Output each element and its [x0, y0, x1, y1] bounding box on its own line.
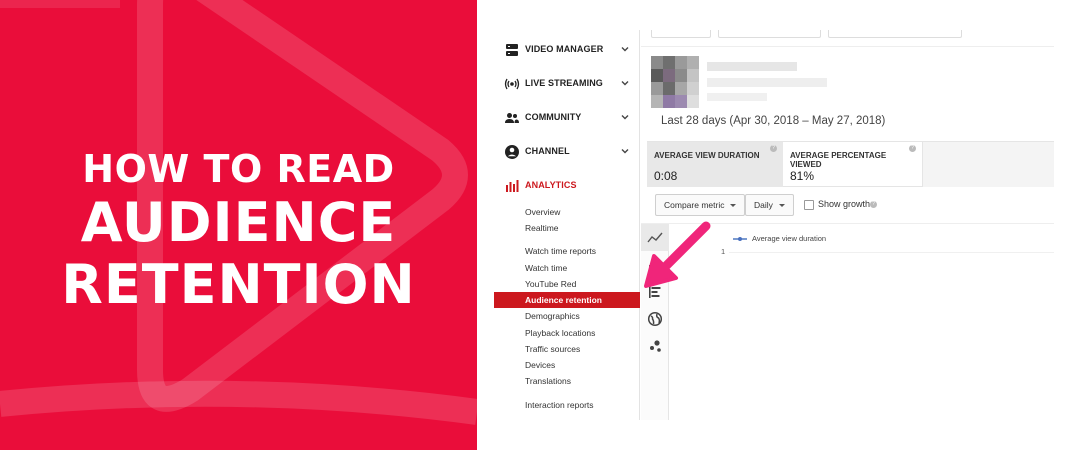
community-icon [505, 113, 519, 123]
compare-metric-dropdown[interactable]: Compare metric [655, 194, 746, 216]
sidebar-sub-overview[interactable]: Overview [525, 207, 560, 217]
top-tab-button[interactable] [651, 30, 711, 38]
metric-average-view-duration[interactable]: AVERAGE VIEW DURATION 0:08 ? [647, 142, 783, 187]
chevron-down-icon[interactable] [620, 146, 630, 156]
sidebar-item-community[interactable]: COMMUNITY [494, 107, 640, 129]
sidebar-item-label: VIDEO MANAGER [525, 44, 604, 54]
top-tab-button[interactable] [828, 30, 962, 38]
chart-y-tick: 1 [721, 247, 726, 256]
sidebar-sub-playback-locations[interactable]: Playback locations [525, 328, 595, 338]
tab-map[interactable] [641, 305, 669, 332]
dropdown-label: Compare metric [664, 200, 725, 210]
sidebar-item-label: CHANNEL [525, 146, 570, 156]
caret-down-icon [730, 203, 737, 207]
show-growth-label[interactable]: Show growth [818, 199, 870, 209]
bubble-chart-icon [650, 339, 661, 352]
sidebar-item-video-manager[interactable]: VIDEO MANAGER [494, 39, 640, 61]
sidebar-item-label: ANALYTICS [525, 180, 577, 190]
chevron-down-icon[interactable] [620, 78, 630, 88]
help-icon[interactable]: ? [770, 145, 777, 152]
sidebar-sub-audience-retention[interactable]: Audience retention [494, 292, 640, 308]
chart-gridline [729, 252, 1054, 253]
chevron-down-icon[interactable] [620, 112, 630, 122]
legend-dot-marker [738, 237, 742, 241]
metric-empty-slot [923, 142, 1054, 187]
video-manager-icon [506, 44, 518, 56]
studio-sidebar: VIDEO MANAGER LIVE STREAMING COMMUNITY C… [494, 30, 640, 420]
banner-title: HOW TO READ AUDIENCE RETENTION [0, 146, 477, 316]
sidebar-sub-youtube-red[interactable]: YouTube Red [525, 279, 576, 289]
live-streaming-icon [504, 78, 520, 90]
title-banner: HOW TO READ AUDIENCE RETENTION [0, 0, 477, 450]
pointer-arrow-icon [644, 221, 711, 288]
date-range-label: Last 28 days (Apr 30, 2018 – May 27, 201… [661, 115, 886, 127]
globe-icon [647, 311, 663, 326]
sidebar-item-label: COMMUNITY [525, 112, 582, 122]
sidebar-item-analytics[interactable]: ANALYTICS [494, 175, 640, 197]
chevron-down-icon[interactable] [620, 44, 630, 54]
sidebar-sub-label: Audience retention [525, 295, 602, 305]
metric-value: 81% [790, 169, 815, 183]
tab-bubble-chart[interactable] [641, 332, 669, 359]
metrics-bar: AVERAGE VIEW DURATION 0:08 ? AVERAGE PER… [647, 141, 1054, 187]
banner-title-line2: AUDIENCE [80, 191, 397, 254]
sidebar-sub-devices[interactable]: Devices [525, 360, 555, 370]
sidebar-item-label: LIVE STREAMING [525, 78, 603, 88]
sidebar-sub-watch-time-reports[interactable]: Watch time reports [525, 246, 596, 256]
studio-screenshot: VIDEO MANAGER LIVE STREAMING COMMUNITY C… [494, 30, 1054, 420]
metric-value: 0:08 [654, 169, 678, 183]
analytics-icon [506, 180, 519, 192]
banner-title-line1: HOW TO READ [82, 147, 395, 191]
sidebar-item-channel[interactable]: CHANNEL [494, 141, 640, 163]
sidebar-sub-demographics[interactable]: Demographics [525, 311, 580, 321]
metric-average-percentage-viewed[interactable]: AVERAGE PERCENTAGE VIEWED 81% ? [783, 142, 923, 187]
sidebar-item-live-streaming[interactable]: LIVE STREAMING [494, 73, 640, 95]
help-icon[interactable]: ? [909, 145, 916, 152]
divider [641, 46, 1054, 47]
show-growth-checkbox[interactable] [804, 200, 814, 210]
chart-legend-label: Average view duration [752, 234, 827, 243]
caret-down-icon [778, 203, 785, 207]
sidebar-sub-interaction-reports[interactable]: Interaction reports [525, 400, 594, 410]
top-tab-button[interactable] [718, 30, 821, 38]
help-icon[interactable]: ? [870, 201, 877, 208]
page: HOW TO READ AUDIENCE RETENTION VIDEO MAN… [0, 0, 1080, 450]
banner-title-line3: RETENTION [61, 253, 416, 316]
dropdown-label: Daily [754, 200, 773, 210]
video-thumbnail-blurred [651, 56, 827, 108]
sidebar-sub-watch-time[interactable]: Watch time [525, 263, 567, 273]
sidebar-sub-realtime[interactable]: Realtime [525, 223, 559, 233]
metric-label: AVERAGE PERCENTAGE VIEWED [790, 151, 887, 169]
metric-label: AVERAGE VIEW DURATION [654, 151, 760, 160]
interval-dropdown[interactable]: Daily [745, 194, 794, 216]
sidebar-sub-translations[interactable]: Translations [525, 376, 571, 386]
sidebar-sub-traffic-sources[interactable]: Traffic sources [525, 344, 580, 354]
channel-icon [505, 145, 519, 159]
